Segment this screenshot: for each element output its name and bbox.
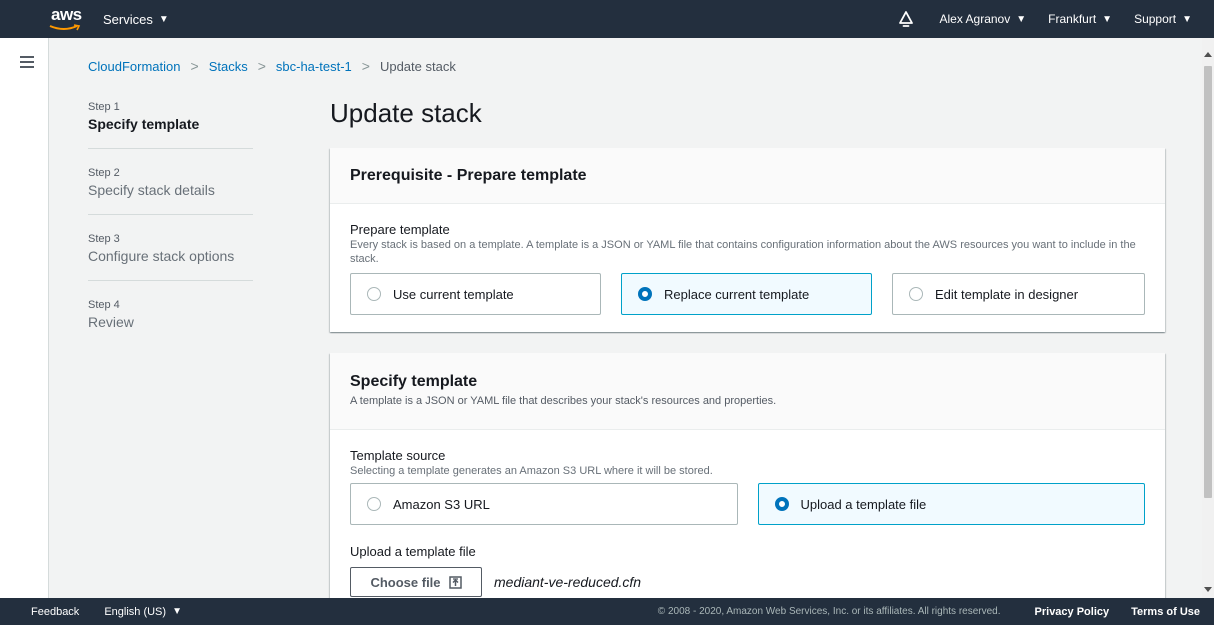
panel-body: Template source Selecting a template gen… <box>330 430 1165 615</box>
breadcrumb-stack-name[interactable]: sbc-ha-test-1 <box>276 59 352 74</box>
scroll-down-arrow-icon[interactable] <box>1204 587 1212 592</box>
aws-logo[interactable]: aws <box>49 0 89 38</box>
scroll-up-arrow-icon[interactable] <box>1204 52 1212 57</box>
radio-selected-icon <box>638 287 652 301</box>
specify-template-panel: Specify template A template is a JSON or… <box>330 353 1165 603</box>
panel-body: Prepare template Every stack is based on… <box>330 204 1165 333</box>
language-selector[interactable]: English (US) ▼ <box>104 606 182 618</box>
account-label: Alex Agranov <box>939 12 1011 26</box>
caret-down-icon: ▼ <box>1016 13 1027 25</box>
caret-down-icon: ▼ <box>172 606 182 617</box>
option-label: Upload a template file <box>800 496 927 512</box>
option-label: Amazon S3 URL <box>393 496 490 512</box>
services-menu[interactable]: Services ▼ <box>103 12 169 27</box>
caret-down-icon: ▼ <box>1182 13 1192 25</box>
page-title: Update stack <box>330 98 482 128</box>
terms-of-use-link[interactable]: Terms of Use <box>1131 606 1200 618</box>
wizard-step-4: Step 4 Review <box>88 299 253 346</box>
option-label: Replace current template <box>664 286 810 302</box>
wizard-step-1[interactable]: Step 1 Specify template <box>88 101 253 149</box>
services-label: Services <box>103 11 153 27</box>
aws-smile-icon <box>49 24 81 31</box>
wizard-step-2: Step 2 Specify stack details <box>88 167 253 215</box>
region-label: Frankfurt <box>1048 12 1097 26</box>
region-menu[interactable]: Frankfurt ▼ <box>1048 12 1112 26</box>
option-upload-template-file[interactable]: Upload a template file <box>757 483 1145 525</box>
field-label: Template source <box>350 448 446 463</box>
upload-icon <box>448 575 462 589</box>
step-title: Specify template <box>88 116 200 132</box>
feedback-link[interactable]: Feedback <box>31 606 79 618</box>
prepare-template-options: Use current template Replace current tem… <box>350 273 1145 315</box>
panel-header: Prerequisite - Prepare template <box>330 148 1165 204</box>
breadcrumb-stacks[interactable]: Stacks <box>209 59 248 74</box>
support-label: Support <box>1134 12 1177 26</box>
left-rail <box>0 38 49 598</box>
breadcrumb-cloudformation[interactable]: CloudFormation <box>88 59 181 74</box>
bell-icon[interactable] <box>896 9 916 29</box>
breadcrumb-current: Update stack <box>379 58 456 74</box>
step-title: Configure stack options <box>88 248 235 264</box>
chevron-right-icon: > <box>361 58 370 74</box>
radio-icon <box>367 497 381 511</box>
option-label: Edit template in designer <box>935 286 1079 302</box>
vertical-scrollbar[interactable] <box>1202 38 1214 598</box>
field-description: Every stack is based on a template. A te… <box>350 239 1136 265</box>
option-use-current-template[interactable]: Use current template <box>350 273 601 315</box>
language-label: English (US) <box>104 605 167 618</box>
step-title: Specify stack details <box>88 182 215 198</box>
option-replace-current-template[interactable]: Replace current template <box>621 273 872 315</box>
choose-file-label: Choose file <box>370 574 441 590</box>
radio-icon <box>909 287 923 301</box>
panel-heading: Specify template <box>350 373 478 390</box>
option-amazon-s3-url[interactable]: Amazon S3 URL <box>350 483 738 525</box>
option-edit-template-in-designer[interactable]: Edit template in designer <box>892 273 1145 315</box>
scrollbar-thumb[interactable] <box>1204 66 1212 498</box>
chevron-right-icon: > <box>190 58 199 74</box>
support-menu[interactable]: Support ▼ <box>1134 12 1192 26</box>
step-title: Review <box>88 314 134 330</box>
panel-heading: Prerequisite - Prepare template <box>350 166 587 184</box>
nav-right: Alex Agranov ▼ Frankfurt ▼ Support ▼ <box>896 0 1214 38</box>
choose-file-button[interactable]: Choose file <box>350 567 482 597</box>
caret-down-icon: ▼ <box>1102 13 1113 25</box>
selected-file-name: mediant-ve-reduced.cfn <box>494 574 642 590</box>
template-source-options: Amazon S3 URL Upload a template file <box>350 483 1145 525</box>
panel-description: A template is a JSON or YAML file that d… <box>350 395 777 407</box>
account-menu[interactable]: Alex Agranov ▼ <box>940 12 1027 26</box>
chevron-right-icon: > <box>257 58 266 74</box>
caret-down-icon: ▼ <box>158 13 169 25</box>
radio-icon <box>367 287 381 301</box>
prerequisite-panel: Prerequisite - Prepare template Prepare … <box>330 148 1165 332</box>
step-number: Step 3 <box>88 233 120 245</box>
hamburger-icon[interactable] <box>20 56 34 68</box>
radio-selected-icon <box>774 497 789 511</box>
field-label: Prepare template <box>350 222 450 237</box>
wizard-steps: Step 1 Specify template Step 2 Specify s… <box>88 101 253 364</box>
step-number: Step 4 <box>88 299 120 311</box>
aws-logo-text: aws <box>51 5 82 24</box>
panel-header: Specify template A template is a JSON or… <box>330 353 1165 430</box>
upload-row: Choose file mediant-ve-reduced.cfn <box>350 567 1145 597</box>
field-description: Selecting a template generates an Amazon… <box>350 465 713 477</box>
privacy-policy-link[interactable]: Privacy Policy <box>1035 606 1110 618</box>
step-number: Step 2 <box>88 167 120 179</box>
step-number: Step 1 <box>88 101 120 113</box>
breadcrumb: CloudFormation > Stacks > sbc-ha-test-1 … <box>88 58 456 74</box>
footer: Feedback English (US) ▼ © 2008 - 2020, A… <box>0 598 1214 625</box>
top-navigation: aws Services ▼ Alex Agranov ▼ Frankfurt … <box>0 0 1214 38</box>
copyright-text: © 2008 - 2020, Amazon Web Services, Inc.… <box>657 606 1001 617</box>
option-label: Use current template <box>393 286 514 302</box>
upload-label: Upload a template file <box>350 544 476 559</box>
wizard-step-3: Step 3 Configure stack options <box>88 233 253 281</box>
